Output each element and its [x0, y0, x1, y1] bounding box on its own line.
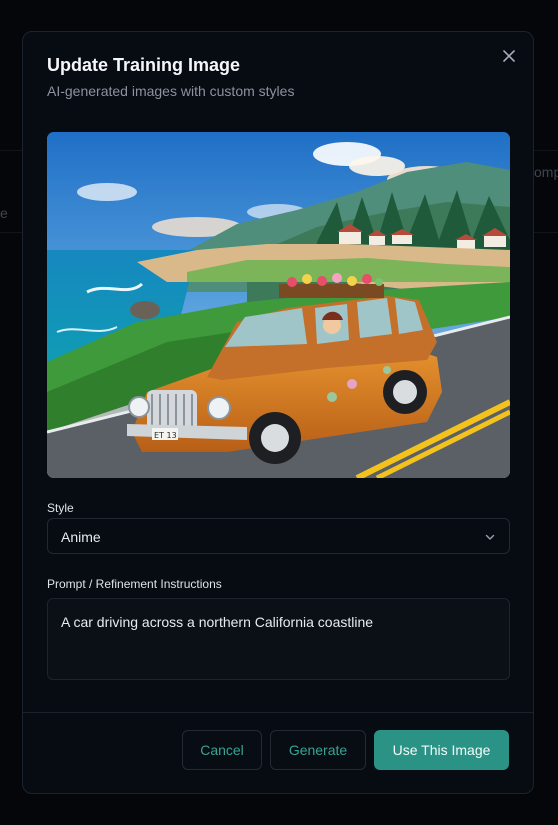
background-text-fragment: e [0, 205, 8, 221]
footer-divider [23, 712, 533, 713]
close-button[interactable] [499, 45, 519, 67]
style-label: Style [47, 501, 74, 515]
generate-button[interactable]: Generate [270, 730, 366, 770]
dialog-title: Update Training Image [47, 55, 241, 75]
update-training-image-dialog: Update Training Image AI-generated image… [22, 31, 534, 794]
dialog-subtitle: AI-generated images with custom styles [47, 83, 295, 99]
background-text-fragment: omp [534, 164, 558, 180]
use-this-image-button[interactable]: Use This Image [374, 730, 509, 770]
prompt-textarea[interactable]: A car driving across a northern Californ… [47, 598, 510, 680]
chevron-down-icon [485, 534, 495, 540]
cancel-button[interactable]: Cancel [182, 730, 262, 770]
car-coastline-image: ET 13 [47, 132, 510, 478]
close-icon [503, 50, 515, 62]
license-plate: ET 13 [154, 431, 177, 440]
prompt-label: Prompt / Refinement Instructions [47, 577, 222, 591]
style-select-value: Anime [61, 529, 101, 545]
generated-image-preview: ET 13 [47, 132, 510, 478]
style-select[interactable]: Anime [47, 518, 510, 554]
